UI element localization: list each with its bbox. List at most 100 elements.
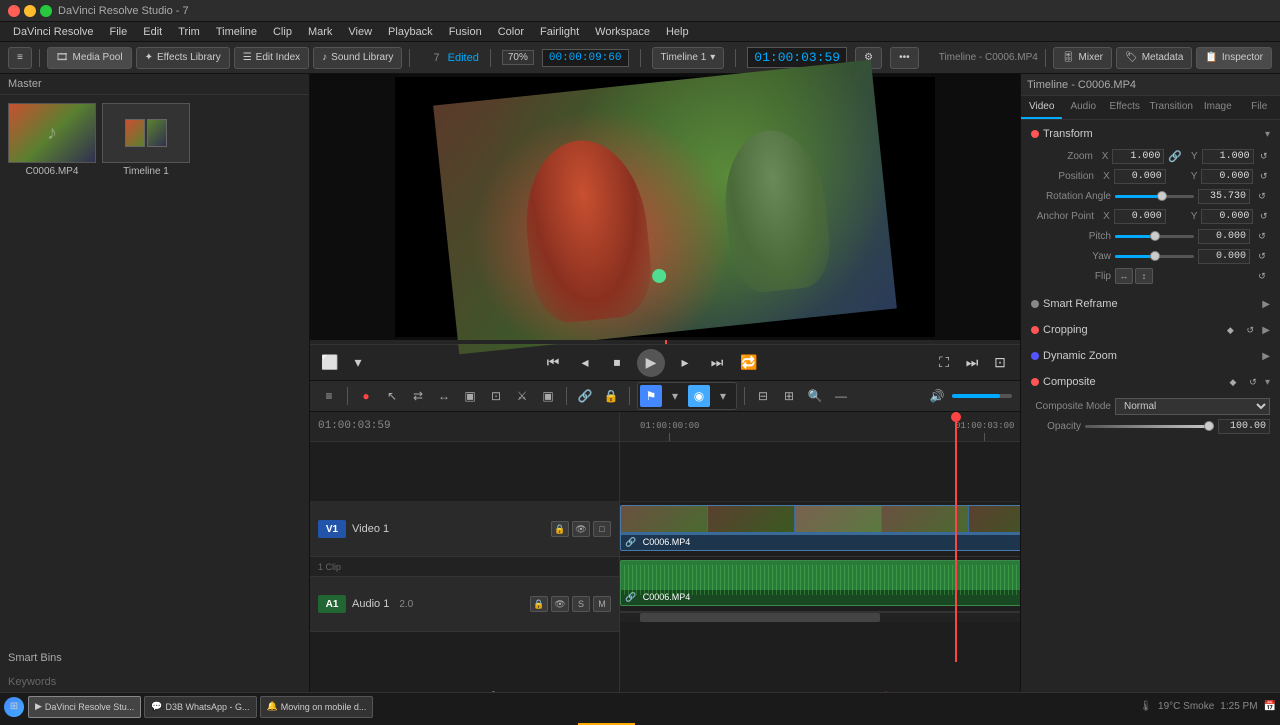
yaw-reset[interactable]: ↺ (1254, 248, 1270, 264)
tab-file[interactable]: File (1238, 96, 1279, 119)
cropping-header[interactable]: Cropping ◆ ↺ ▶ (1025, 318, 1276, 342)
mixer-button[interactable]: 🎚 Mixer (1053, 47, 1112, 69)
slide-tool[interactable]: ⊡ (485, 385, 507, 407)
maximize-button[interactable] (40, 5, 52, 17)
tab-audio[interactable]: Audio (1062, 96, 1103, 119)
timeline-scrollbar[interactable] (620, 612, 1020, 622)
flip-h-btn[interactable]: ↔ (1115, 268, 1133, 284)
minimize-button[interactable] (24, 5, 36, 17)
pitch-slider[interactable] (1115, 235, 1194, 238)
tab-image[interactable]: Image (1197, 96, 1238, 119)
cropping-reset[interactable]: ↺ (1242, 322, 1258, 338)
loop-btn[interactable]: 🔁 (737, 351, 761, 375)
viewer-crop-btn[interactable]: ⬜ (318, 351, 342, 375)
match-frame[interactable]: ⊟ (752, 385, 774, 407)
composite-keyframe[interactable]: ◆ (1225, 374, 1241, 390)
tab-transition[interactable]: Transition (1145, 96, 1197, 119)
a1-eye-btn[interactable]: 👁 (551, 596, 569, 612)
close-button[interactable] (8, 5, 20, 17)
pitch-reset[interactable]: ↺ (1254, 228, 1270, 244)
select-tool[interactable]: ↖ (381, 385, 403, 407)
media-item-0[interactable]: ♪ C0006.MP4 (8, 103, 96, 177)
flag-dropdown[interactable]: ▾ (664, 385, 686, 407)
a1-lock-btn[interactable]: 🔒 (530, 596, 548, 612)
v1-eye-btn[interactable]: 👁 (572, 521, 590, 537)
zoom-reset[interactable]: ↺ (1258, 148, 1270, 164)
dynamic-zoom-header[interactable]: Dynamic Zoom ▶ (1025, 346, 1276, 366)
media-item-1[interactable]: Timeline 1 (102, 103, 190, 177)
zoom-y-input[interactable] (1202, 149, 1254, 164)
roll-tool[interactable]: ↔ (433, 385, 455, 407)
video-clip[interactable]: 🔗 C0006.MP4 (620, 505, 1020, 551)
fullscreen-btn[interactable]: ⛶ (932, 351, 956, 375)
menu-workspace[interactable]: Workspace (588, 24, 657, 40)
more-btn[interactable]: ••• (890, 47, 919, 69)
zoom-link[interactable]: 🔗 (1168, 150, 1182, 163)
yaw-input[interactable] (1198, 249, 1250, 264)
sound-library-button[interactable]: ♪ Sound Library (313, 47, 402, 69)
anchor-x-input[interactable] (1114, 209, 1166, 224)
inspector-button[interactable]: 📋 Inspector (1196, 47, 1272, 69)
smart-bins[interactable]: Smart Bins (0, 644, 309, 672)
toolbar-small-btn-1[interactable]: ≡ (8, 47, 32, 69)
position-y-input[interactable] (1201, 169, 1253, 184)
v1-track-content[interactable]: 🔗 C0006.MP4 (620, 502, 1020, 557)
stop-btn[interactable]: ⏹ (605, 351, 629, 375)
rotation-slider[interactable] (1115, 195, 1194, 198)
record-btn[interactable]: ● (355, 385, 377, 407)
menu-help[interactable]: Help (659, 24, 696, 40)
volume-slider[interactable] (952, 394, 1012, 398)
smart-reframe-header[interactable]: Smart Reframe ▶ (1025, 294, 1276, 314)
menu-fusion[interactable]: Fusion (442, 24, 489, 40)
windows-start[interactable]: ⊞ (4, 697, 24, 717)
snap-tool[interactable]: 🔒 (600, 385, 622, 407)
metadata-button[interactable]: 🏷 Metadata (1116, 47, 1192, 69)
menu-fairlight[interactable]: Fairlight (533, 24, 586, 40)
tab-video[interactable]: Video (1021, 96, 1062, 119)
scrollbar-thumb[interactable] (640, 613, 880, 622)
insert-tool[interactable]: ▣ (537, 385, 559, 407)
v1-lock-btn[interactable]: 🔒 (551, 521, 569, 537)
flip-v-btn[interactable]: ↕ (1135, 268, 1153, 284)
tab-effects[interactable]: Effects (1104, 96, 1145, 119)
anchor-reset[interactable]: ↺ (1257, 208, 1270, 224)
effects-library-button[interactable]: ✦ Effects Library (136, 47, 230, 69)
step-back-btn[interactable]: ◂ (573, 351, 597, 375)
a1-track-content[interactable]: 🔗 C0006.MP4 (620, 557, 1020, 612)
yaw-slider[interactable] (1115, 255, 1194, 258)
menu-clip[interactable]: Clip (266, 24, 299, 40)
composite-header[interactable]: Composite ◆ ↺ ▾ (1025, 370, 1276, 394)
go-to-start-btn[interactable]: ⏮ (541, 351, 565, 375)
flip-reset[interactable]: ↺ (1254, 268, 1270, 284)
v1-extra-btn[interactable]: □ (593, 521, 611, 537)
menu-davinci[interactable]: DaVinci Resolve (6, 24, 101, 40)
menu-view[interactable]: View (341, 24, 379, 40)
slip-tool[interactable]: ▣ (459, 385, 481, 407)
zoom-level[interactable]: 70% (502, 50, 534, 65)
zoom-x-input[interactable] (1112, 149, 1164, 164)
position-x-input[interactable] (1114, 169, 1166, 184)
composite-reset[interactable]: ↺ (1245, 374, 1261, 390)
a1-s-btn[interactable]: S (572, 596, 590, 612)
media-pool-button[interactable]: 🎞 Media Pool (47, 47, 132, 69)
color-dropdown[interactable]: ▾ (712, 385, 734, 407)
playhead[interactable] (955, 412, 957, 662)
go-to-end-btn[interactable]: ⏭ (705, 351, 729, 375)
viewer-extra-btn[interactable]: ⊡ (988, 351, 1012, 375)
scrubber-bar[interactable] (310, 340, 1020, 344)
link-tool[interactable]: 🔗 (574, 385, 596, 407)
cropping-keyframe[interactable]: ◆ (1222, 322, 1238, 338)
menu-edit[interactable]: Edit (136, 24, 169, 40)
flag-btn[interactable]: ⚑ (640, 385, 662, 407)
color-btn[interactable]: ◉ (688, 385, 710, 407)
menu-color[interactable]: Color (491, 24, 531, 40)
viewer-dropdown-btn[interactable]: ▾ (346, 351, 370, 375)
anchor-y-input[interactable] (1201, 209, 1253, 224)
play-btn[interactable]: ▶ (637, 349, 665, 377)
opacity-input[interactable] (1218, 419, 1270, 434)
pitch-input[interactable] (1198, 229, 1250, 244)
rotation-reset[interactable]: ↺ (1254, 188, 1270, 204)
opacity-slider[interactable] (1085, 425, 1214, 428)
step-forward-btn[interactable]: ▸ (673, 351, 697, 375)
a1-m-btn[interactable]: M (593, 596, 611, 612)
